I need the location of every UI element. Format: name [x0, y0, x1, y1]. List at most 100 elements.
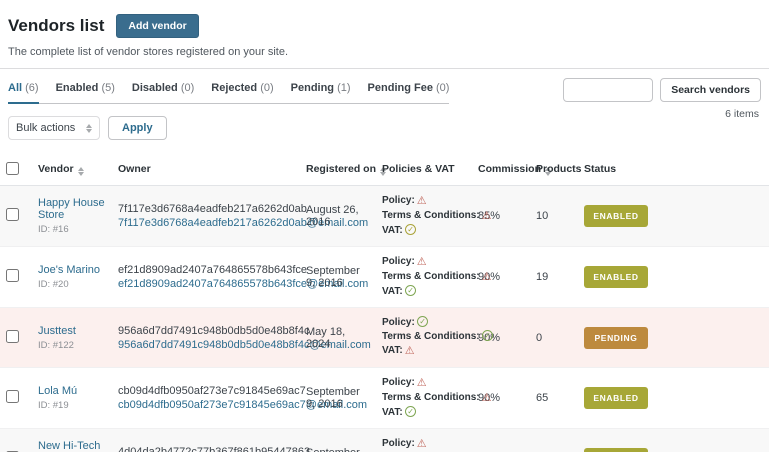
policy-label: Policy: [382, 438, 415, 449]
tab-count: (0) [260, 82, 274, 94]
owner-email-link[interactable]: cb09d4dfb0950af273e7c91845e69ac7@email.c… [118, 399, 367, 411]
tab-count: (0) [436, 82, 450, 94]
vendor-id: ID: #122 [38, 339, 74, 351]
tab-disabled[interactable]: Disabled (0) [132, 82, 194, 94]
tab-pending-fee[interactable]: Pending Fee (0) [368, 82, 450, 94]
policy-label: Policy: [382, 377, 415, 388]
tab-label: Enabled [55, 82, 99, 94]
table-row: Joe's Marino ID: #20 ef21d8909ad2407a7648… [0, 247, 769, 308]
warning-icon [482, 209, 492, 224]
table-row: Lola Mú ID: #19 cb09d4dfb0950af273e7c9184… [0, 368, 769, 429]
add-vendor-button[interactable]: Add vendor [116, 14, 199, 38]
products-count: 5 [530, 429, 578, 452]
owner-name: 4d04da2b4772c77b367f861b95447863 [118, 446, 311, 452]
owner-email-link[interactable]: ef21d8909ad2407a764865578b643fce@email.c… [118, 278, 368, 290]
search-input[interactable] [563, 78, 654, 102]
owner-name: ef21d8909ad2407a764865578b643fce [118, 264, 308, 276]
warning-icon [417, 255, 427, 270]
tab-all[interactable]: All (6) [8, 82, 39, 104]
search-vendors-button[interactable]: Search vendors [660, 78, 761, 102]
tab-pending[interactable]: Pending (1) [291, 82, 351, 94]
bulk-actions-select[interactable]: Bulk actions [8, 116, 100, 140]
column-header-owner: Owner [112, 153, 300, 186]
products-count: 10 [536, 210, 549, 222]
row-checkbox[interactable] [6, 390, 19, 403]
check-icon [404, 285, 416, 296]
vendor-name-link[interactable]: Joe's Marino [38, 264, 106, 276]
tab-count: (5) [101, 82, 115, 94]
tab-rejected[interactable]: Rejected (0) [211, 82, 273, 94]
commission-value: 90% [472, 429, 530, 452]
column-label: Vendor [38, 162, 74, 175]
terms-label: Terms & Conditions: [382, 210, 480, 221]
row-checkbox[interactable] [6, 269, 19, 282]
policy-label: Policy: [382, 256, 415, 267]
apply-button[interactable]: Apply [108, 116, 167, 140]
status-badge: ENABLED [584, 205, 648, 227]
vat-label: VAT: [382, 407, 403, 418]
table-row: Happy House Store ID: #16 7f117e3d6768a4e… [0, 185, 769, 247]
column-header-commission[interactable]: Commission [472, 153, 552, 186]
vendor-id: ID: #16 [38, 224, 69, 235]
tab-label: All [8, 82, 23, 94]
tab-label: Pending [290, 82, 335, 94]
vat-label: VAT: [382, 286, 403, 297]
column-header-registered-on[interactable]: Registered on [300, 153, 387, 186]
vat-label: VAT: [382, 345, 403, 356]
status-badge: ENABLED [584, 448, 648, 452]
vat-label: VAT: [382, 225, 403, 236]
table-row: New Hi-Tech StoreID: #17 4d04da2b4772c77… [0, 428, 769, 452]
terms-label: Terms & Conditions: [382, 271, 480, 282]
vendor-name-link[interactable]: Justtest [38, 325, 106, 337]
vendor-name-link[interactable]: New Hi-Tech Store [38, 440, 106, 452]
tab-count: (1) [337, 82, 351, 94]
owner-email-link[interactable]: 956a6d7dd7491c948b0db5d0e48b8f4c@email.c… [118, 339, 371, 351]
column-label: Status [584, 163, 617, 175]
items-count: 6 items [725, 108, 759, 120]
registered-on-date: May 18, 2024 [306, 325, 346, 350]
bulk-actions-label: Bulk actions [16, 122, 76, 134]
tab-label: Disabled [131, 82, 178, 94]
check-icon [404, 224, 416, 235]
check-icon [481, 330, 493, 341]
warning-icon [417, 437, 427, 452]
tab-label: Rejected [211, 82, 258, 94]
terms-label: Terms & Conditions: [382, 331, 480, 342]
table-row: Justtest ID: #122 956a6d7dd7491c948b0db5d… [0, 307, 769, 368]
column-header-products: Products [530, 153, 582, 186]
column-header-vendor[interactable]: Vendor [32, 153, 112, 186]
owner-email-link[interactable]: 7f117e3d6768a4eadfeb217a6262d0ab@email.c… [118, 217, 368, 229]
warning-icon [482, 270, 492, 285]
column-header-status: Status [578, 153, 769, 186]
row-checkbox[interactable] [6, 208, 19, 221]
tab-enabled[interactable]: Enabled (5) [56, 82, 115, 94]
check-icon [404, 406, 416, 417]
warning-icon [482, 391, 492, 406]
sort-icon [77, 166, 84, 176]
tab-count: (6) [25, 82, 39, 94]
status-badge: ENABLED [584, 266, 648, 288]
select-all-checkbox[interactable] [6, 162, 19, 175]
vendor-name-link[interactable]: Happy House Store [38, 197, 106, 221]
page-subtitle: The complete list of vendor stores regis… [8, 46, 289, 58]
vendor-id: ID: #20 [38, 279, 69, 290]
warning-icon [417, 376, 427, 391]
check-icon [416, 316, 428, 327]
select-caret-icon [86, 123, 92, 133]
warning-icon [405, 344, 415, 359]
status-filter-tabs: All (6) Enabled (5) Disabled (0) Rejecte… [8, 69, 450, 104]
vendor-name-link[interactable]: Lola Mú [38, 385, 106, 397]
column-header-policies-vat: Policies & VAT [376, 153, 472, 186]
row-checkbox[interactable] [6, 329, 19, 343]
owner-name: 7f117e3d6768a4eadfeb217a6262d0ab [118, 203, 307, 215]
column-label: Products [536, 163, 582, 175]
registered-on-date: September 9, 2016 [300, 429, 376, 452]
column-label: Policies & VAT [382, 163, 455, 175]
registered-on-date: September 9, 2016 [306, 386, 360, 410]
vendors-list-page: Vendors list Add vendor The complete lis… [0, 0, 769, 452]
column-label: Registered on [306, 162, 377, 175]
warning-icon [417, 194, 427, 209]
vendors-table: Vendor Owner Registered on Policies & VA… [0, 153, 769, 452]
status-badge: PENDING [584, 326, 648, 349]
page-title: Vendors list [8, 16, 105, 35]
